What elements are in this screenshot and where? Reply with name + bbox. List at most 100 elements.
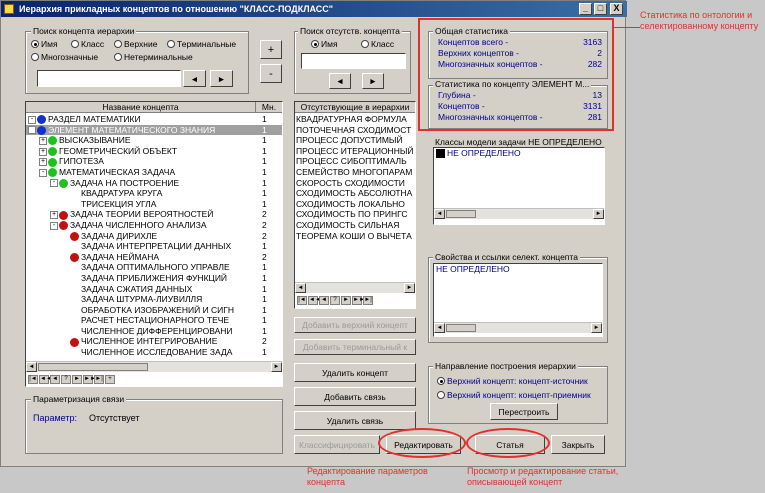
close-button[interactable]: Закрыть bbox=[551, 435, 605, 454]
model-hscroll[interactable]: ◄ ► bbox=[434, 208, 604, 219]
model-classes-list[interactable]: НЕ ОПРЕДЕЛЕНО ◄ ► bbox=[433, 147, 605, 225]
tree-row[interactable]: - МАТЕМАТИЧЕСКАЯ ЗАДАЧА 1 bbox=[26, 167, 282, 178]
absent-nav-button[interactable]: ►► bbox=[352, 296, 365, 305]
absent-prev-button[interactable]: ◄ bbox=[329, 73, 351, 89]
tree-row[interactable]: - ЗАДАЧА ЧИСЛЕННОГО АНАЛИЗА 2 bbox=[26, 220, 282, 231]
expander-icon[interactable]: - bbox=[50, 221, 58, 230]
tree-row[interactable]: ТРИСЕКЦИЯ УГЛА 1 bbox=[26, 199, 282, 210]
maximize-button[interactable]: □ bbox=[594, 3, 607, 15]
expander-icon[interactable]: - bbox=[28, 126, 36, 135]
props-scroll-left-icon[interactable]: ◄ bbox=[434, 323, 445, 333]
tree-row[interactable]: РАСЧЕТ НЕСТАЦИОНАРНОГО ТЕЧЕ 1 bbox=[26, 315, 282, 326]
absent-scroll-right-icon[interactable]: ► bbox=[404, 283, 415, 293]
radio-multivalued[interactable]: Многозначные bbox=[31, 52, 98, 62]
tree-nav-button[interactable]: ►| bbox=[94, 375, 104, 384]
search-hierarchy-input[interactable] bbox=[37, 70, 181, 87]
tree-col-count[interactable]: Мн. bbox=[256, 102, 282, 113]
tree-row[interactable]: + ГИПОТЕЗА 1 bbox=[26, 156, 282, 167]
tree-row[interactable]: ЗАДАЧА НЕЙМАНА 2 bbox=[26, 252, 282, 263]
tree-nav-button[interactable]: ◄ bbox=[50, 375, 60, 384]
tree-nav-button[interactable]: ►► bbox=[83, 375, 96, 384]
absent-nav-button[interactable]: ► bbox=[341, 296, 351, 305]
props-list[interactable]: НЕ ОПРЕДЕЛЕНО ◄ ► bbox=[433, 263, 603, 337]
absent-radio-name[interactable]: Имя bbox=[311, 39, 338, 49]
radio-terminal[interactable]: Терминальные bbox=[167, 39, 236, 49]
absent-nav-button[interactable]: ►| bbox=[363, 296, 373, 305]
delete-link-button[interactable]: Удалить связь bbox=[294, 411, 416, 430]
expander-icon[interactable]: - bbox=[28, 115, 36, 124]
classify-button[interactable]: Классифицировать bbox=[294, 435, 380, 454]
tree-row[interactable]: + ВЫСКАЗЫВАНИЕ 1 bbox=[26, 135, 282, 146]
tree-row[interactable]: ЧИСЛЕННОЕ ДИФФЕРЕНЦИРОВАНИ 1 bbox=[26, 326, 282, 337]
absent-list-item[interactable]: ПРОЦЕСС ДОПУСТИМЫЙ bbox=[296, 135, 414, 146]
tree-row[interactable]: ЗАДАЧА ОПТИМАЛЬНОГО УПРАВЛЕ 1 bbox=[26, 262, 282, 273]
absent-next-button[interactable]: ► bbox=[362, 73, 384, 89]
add-link-button[interactable]: Добавить связь bbox=[294, 387, 416, 406]
concept-tree[interactable]: Название концепта Мн. - РАЗДЕЛ МАТЕМАТИКИ… bbox=[25, 101, 283, 387]
absent-nav-button[interactable]: ◄ bbox=[319, 296, 329, 305]
props-hscroll[interactable]: ◄ ► bbox=[434, 322, 602, 333]
tree-nav-button[interactable]: + bbox=[105, 375, 115, 384]
tree-row[interactable]: - ЗАДАЧА НА ПОСТРОЕНИЕ 1 bbox=[26, 178, 282, 189]
model-scroll-left-icon[interactable]: ◄ bbox=[434, 209, 445, 219]
minimize-button[interactable]: _ bbox=[579, 3, 592, 15]
tree-row[interactable]: + ЗАДАЧА ТЕОРИИ ВЕРОЯТНОСТЕЙ 2 bbox=[26, 209, 282, 220]
delete-concept-button[interactable]: Удалить концепт bbox=[294, 363, 416, 382]
tree-row[interactable]: ЗАДАЧА ПРИБЛИЖЕНИЯ ФУНКЦИЙ 1 bbox=[26, 273, 282, 284]
absent-list-item[interactable]: ПРОЦЕСС СИБОПТИМАЛЬ bbox=[296, 156, 414, 167]
absent-nav-button[interactable]: |◄ bbox=[297, 296, 307, 305]
tree-row[interactable]: ЗАДАЧА ИНТЕРПРЕТАЦИИ ДАННЫХ 1 bbox=[26, 241, 282, 252]
expander-icon[interactable]: - bbox=[39, 168, 47, 177]
expander-icon[interactable]: + bbox=[50, 211, 58, 220]
absent-list-header[interactable]: Отсутствующие в иерархии bbox=[295, 102, 415, 113]
radio-name[interactable]: Имя bbox=[31, 39, 58, 49]
tree-nav-button[interactable]: ? bbox=[61, 375, 71, 384]
props-item[interactable]: НЕ ОПРЕДЕЛЕНО bbox=[434, 264, 602, 275]
props-scroll-right-icon[interactable]: ► bbox=[591, 323, 602, 333]
absent-list[interactable]: Отсутствующие в иерархии КВАДРАТУРНАЯ ФО… bbox=[294, 101, 416, 309]
expander-icon[interactable]: + bbox=[39, 147, 47, 156]
absent-list-item[interactable]: ТЕОРЕМА КОШИ О ВЫЧЕТА bbox=[296, 231, 414, 242]
search-absent-input[interactable] bbox=[301, 53, 406, 69]
absent-scroll-left-icon[interactable]: ◄ bbox=[295, 283, 306, 293]
model-scroll-thumb[interactable] bbox=[446, 210, 476, 218]
tree-nav-button[interactable]: ◄◄ bbox=[39, 375, 52, 384]
add-top-concept-button[interactable]: Добавить верхний концепт bbox=[294, 317, 416, 333]
search-next-button[interactable]: ► bbox=[210, 70, 233, 87]
expander-icon[interactable]: - bbox=[50, 179, 58, 188]
tree-col-name[interactable]: Название концепта bbox=[26, 102, 256, 113]
absent-list-item[interactable]: КВАДРАТУРНАЯ ФОРМУЛА bbox=[296, 114, 414, 125]
radio-class[interactable]: Класс bbox=[71, 39, 104, 49]
tree-row[interactable]: - РАЗДЕЛ МАТЕМАТИКИ 1 bbox=[26, 114, 282, 125]
expander-icon[interactable]: + bbox=[39, 136, 47, 145]
radio-nonterminal[interactable]: Нетерминальные bbox=[114, 52, 193, 62]
close-window-button[interactable]: X bbox=[610, 3, 623, 15]
tree-row[interactable]: - ЭЛЕМЕНТ МАТЕМАТИЧЕСКОГО ЗНАНИЯ 1 bbox=[26, 124, 282, 136]
tree-row[interactable]: ЗАДАЧА ДИРИХЛЕ 2 bbox=[26, 231, 282, 242]
direction-radio-target[interactable]: Верхний концепт: концепт-приемник bbox=[437, 390, 591, 400]
tree-row[interactable]: ЧИСЛЕННОЕ ИНТЕГРИРОВАНИЕ 2 bbox=[26, 336, 282, 347]
tree-row[interactable]: ЗАДАЧА ШТУРМА-ЛИУВИЛЛЯ 1 bbox=[26, 294, 282, 305]
absent-list-item[interactable]: СХОДИМОСТЬ СИЛЬНАЯ bbox=[296, 220, 414, 231]
search-prev-button[interactable]: ◄ bbox=[183, 70, 206, 87]
absent-radio-class[interactable]: Класс bbox=[361, 39, 394, 49]
tree-nav-button[interactable]: |◄ bbox=[28, 375, 38, 384]
absent-list-item[interactable]: СКОРОСТЬ СХОДИМОСТИ bbox=[296, 178, 414, 189]
tree-row[interactable]: ЗАДАЧА СЖАТИЯ ДАННЫХ 1 bbox=[26, 284, 282, 295]
radio-top[interactable]: Верхние bbox=[114, 39, 157, 49]
tree-hscroll[interactable]: ◄ ► bbox=[26, 361, 282, 372]
tree-row[interactable]: ЧИСЛЕННОЕ ИССЛЕДОВАНИЕ ЗАДА 1 bbox=[26, 347, 282, 358]
add-terminal-concept-button[interactable]: Добавить терминальный к bbox=[294, 339, 416, 355]
model-scroll-right-icon[interactable]: ► bbox=[593, 209, 604, 219]
expand-button[interactable]: + bbox=[260, 40, 282, 59]
absent-list-item[interactable]: СХОДИМОСТЬ ЛОКАЛЬНО bbox=[296, 199, 414, 210]
props-scroll-thumb[interactable] bbox=[446, 324, 476, 332]
expander-icon[interactable]: + bbox=[39, 158, 47, 167]
absent-list-item[interactable]: СХОДИМОСТЬ АБСОЛЮТНА bbox=[296, 188, 414, 199]
absent-list-item[interactable]: ПОТОЧЕЧНАЯ СХОДИМОСТ bbox=[296, 125, 414, 136]
tree-row[interactable]: ОБРАБОТКА ИЗОБРАЖЕНИЙ И СИГН 1 bbox=[26, 305, 282, 316]
model-class-item[interactable]: НЕ ОПРЕДЕЛЕНО bbox=[434, 148, 604, 159]
absent-nav-button[interactable]: ◄◄ bbox=[308, 296, 321, 305]
scroll-thumb[interactable] bbox=[38, 363, 148, 371]
rebuild-button[interactable]: Перестроить bbox=[490, 403, 558, 420]
